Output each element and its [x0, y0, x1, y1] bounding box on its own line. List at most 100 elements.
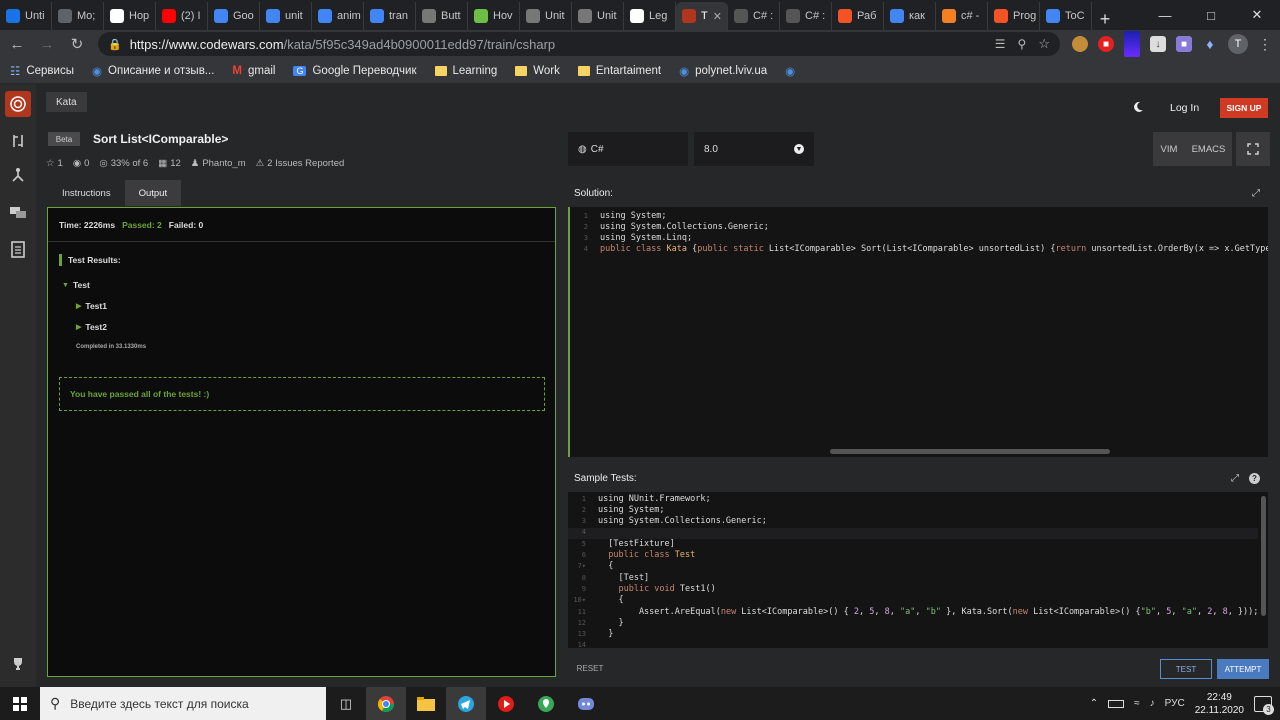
docs-icon[interactable] — [8, 239, 28, 259]
more-menu-icon[interactable]: ⋮ — [1258, 36, 1272, 53]
author-link[interactable]: ♟ Phanto_m — [191, 158, 246, 169]
tab-instructions[interactable]: Instructions — [48, 180, 125, 206]
dark-mode-moon-icon[interactable] — [1132, 100, 1144, 118]
adblock-extension-icon[interactable]: ■ — [1098, 36, 1114, 52]
purple-extension-icon[interactable]: ■ — [1176, 36, 1192, 52]
test-item[interactable]: ▶ Test1 — [76, 301, 107, 311]
sample-tests-editor[interactable]: 1 using NUnit.Framework; 2 using System; 3… — [568, 492, 1268, 648]
shield-extension-icon[interactable] — [1124, 31, 1140, 57]
browser-tab[interactable]: unit — [260, 2, 312, 30]
url-field[interactable]: 🔒 https://www.codewars.com/kata/5f95c349… — [98, 32, 1060, 56]
test-item[interactable]: ▶ Test2 — [76, 322, 107, 332]
kata-title[interactable]: Sort List<IComparable> — [93, 132, 228, 146]
reset-button[interactable]: RESET — [568, 658, 612, 678]
chat-icon[interactable] — [8, 203, 28, 223]
vim-mode-button[interactable]: VIM — [1153, 132, 1185, 166]
browser-tab[interactable]: Leg — [624, 2, 676, 30]
map-pin-app-icon[interactable] — [526, 687, 566, 720]
close-window-button[interactable]: ✕ — [1234, 0, 1280, 30]
browser-tab[interactable]: anim — [312, 2, 364, 30]
translate-icon[interactable]: ☰ — [995, 37, 1006, 51]
bookmark-item[interactable]: ◉ polynet.lviv.ua — [679, 64, 767, 78]
browser-tab[interactable]: Т ✕ — [676, 2, 728, 30]
language-indicator[interactable]: РУС — [1165, 698, 1185, 709]
download-extension-icon[interactable]: ↓ — [1150, 36, 1166, 52]
hierarchy-icon[interactable] — [8, 165, 28, 185]
minimize-button[interactable]: — — [1142, 0, 1188, 30]
task-view-icon[interactable]: ◫ — [326, 687, 366, 720]
fullscreen-icon[interactable] — [1236, 132, 1270, 166]
notifications-icon[interactable]: 3 — [1254, 695, 1274, 715]
profile-avatar[interactable]: T — [1228, 34, 1248, 54]
practice-icon[interactable] — [8, 131, 28, 151]
help-icon[interactable]: ? — [1249, 472, 1260, 484]
trophy-icon[interactable] — [8, 654, 28, 674]
discord-icon[interactable] — [566, 687, 606, 720]
volume-icon[interactable]: ♪ — [1150, 698, 1155, 709]
browser-tab[interactable]: Раб — [832, 2, 884, 30]
chrome-taskbar-icon[interactable] — [366, 687, 406, 720]
tab-output[interactable]: Output — [124, 180, 182, 206]
browser-tab[interactable]: Unti — [0, 2, 52, 30]
cookie-extension-icon[interactable] — [1072, 36, 1088, 52]
tray-chevron-up-icon[interactable]: ⌃ — [1090, 698, 1098, 709]
login-link[interactable]: Log In — [1170, 102, 1199, 114]
windows-start-icon[interactable] — [0, 687, 40, 720]
codewars-logo-icon[interactable] — [5, 91, 31, 117]
horizontal-scrollbar[interactable] — [830, 449, 1110, 454]
browser-tab[interactable]: (2) I — [156, 2, 208, 30]
expand-tests-icon[interactable]: ⤢ — [1231, 473, 1239, 484]
language-select[interactable]: ◍ C# — [568, 132, 688, 166]
emacs-mode-button[interactable]: EMACS — [1185, 132, 1232, 166]
new-tab-button[interactable]: + — [1092, 9, 1118, 30]
bookmark-item[interactable]: Entartaiment — [577, 65, 661, 77]
bookmark-item[interactable]: ☷ Сервисы — [10, 64, 74, 78]
browser-tab[interactable]: c# - — [936, 2, 988, 30]
reload-icon[interactable]: ↻ — [68, 35, 86, 53]
youtube-music-icon[interactable] — [486, 687, 526, 720]
browser-tab[interactable]: C# : — [780, 2, 832, 30]
file-explorer-icon[interactable] — [406, 687, 446, 720]
forward-icon[interactable]: → — [38, 36, 56, 53]
test-group[interactable]: ▼ Test — [62, 280, 90, 290]
clock[interactable]: 22:49 22.11.2020 — [1195, 691, 1244, 717]
signup-button[interactable]: SIGN UP — [1220, 98, 1268, 118]
stars-stat[interactable]: ☆ 1 — [46, 158, 63, 169]
taskbar-search[interactable]: ⚲ Введите здесь текст для поиска — [40, 687, 326, 720]
zoom-icon[interactable]: ⚲ — [1018, 37, 1027, 51]
bookmark-item[interactable]: Mgmail — [232, 65, 275, 77]
bookmark-item[interactable]: Learning — [434, 65, 497, 77]
browser-tab[interactable]: tran — [364, 2, 416, 30]
browser-tab[interactable]: Mo; — [52, 2, 104, 30]
browser-tab[interactable]: Goo — [208, 2, 260, 30]
browser-tab[interactable]: Butt — [416, 2, 468, 30]
site-icon[interactable]: ◉ — [785, 64, 795, 78]
puzzle-extensions-icon[interactable]: ♦ — [1202, 36, 1218, 52]
bookmark-item[interactable]: G Google Переводчик — [293, 65, 417, 77]
browser-tab[interactable]: Hop — [104, 2, 156, 30]
browser-tab[interactable]: как — [884, 2, 936, 30]
bookmark-item[interactable]: Work — [515, 65, 560, 77]
vertical-scrollbar[interactable] — [1261, 496, 1266, 616]
bookmark-item[interactable]: ◉ Описание и отзыв... — [92, 64, 214, 78]
solution-editor[interactable]: 1 using System; 2 using System.Collections… — [568, 207, 1268, 457]
telegram-icon[interactable] — [446, 687, 486, 720]
browser-tab[interactable]: C# : — [728, 2, 780, 30]
wifi-icon[interactable]: ≈ — [1134, 698, 1140, 709]
browser-tab[interactable]: Unit — [520, 2, 572, 30]
browser-tab[interactable]: Hov — [468, 2, 520, 30]
kata-nav-tab[interactable]: Kata — [46, 92, 87, 112]
battery-icon[interactable] — [1108, 699, 1125, 708]
bookmark-star-icon[interactable]: ☆ — [1038, 36, 1050, 52]
browser-tab[interactable]: Prog — [988, 2, 1040, 30]
attempt-button[interactable]: ATTEMPT — [1217, 659, 1269, 679]
maximize-button[interactable]: □ — [1188, 0, 1234, 30]
tab-close-icon[interactable]: ✕ — [713, 10, 722, 23]
test-button[interactable]: TEST — [1160, 659, 1212, 679]
back-icon[interactable]: ← — [8, 36, 26, 53]
browser-tab[interactable]: Unit — [572, 2, 624, 30]
issues-link[interactable]: ⚠ 2 Issues Reported — [256, 158, 345, 169]
browser-tab[interactable]: ToC — [1040, 2, 1092, 30]
version-select[interactable]: 8.0 ▼ — [694, 132, 814, 166]
expand-solution-icon[interactable]: ⤢ — [1252, 188, 1260, 199]
